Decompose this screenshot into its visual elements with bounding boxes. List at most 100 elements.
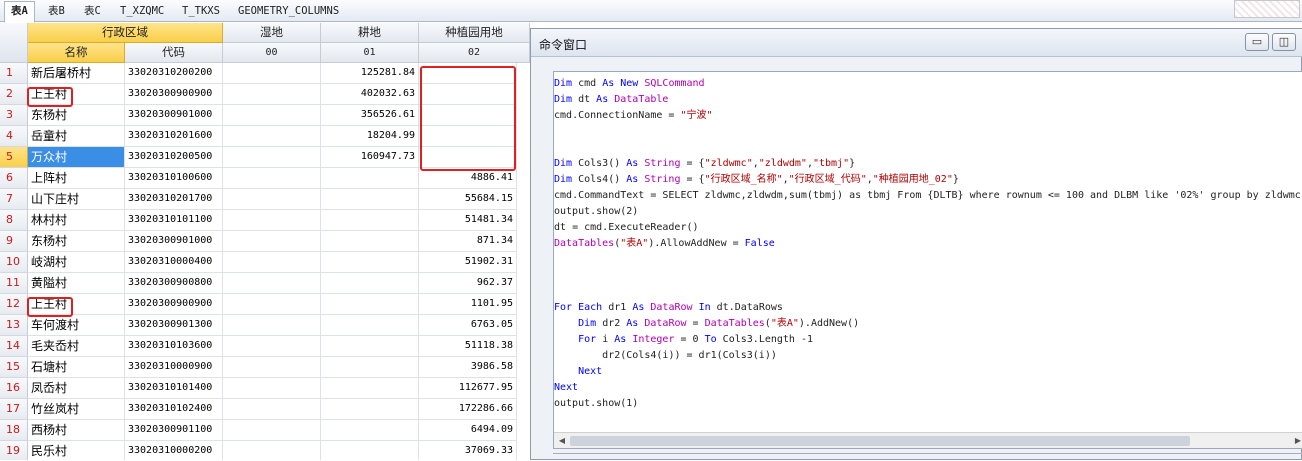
cell-garden[interactable]: 1101.95: [419, 294, 517, 315]
cell-name[interactable]: 山下庄村: [28, 189, 125, 210]
table-row[interactable]: 14 毛夹岙村 33020310103600 51118.38: [0, 336, 530, 357]
tab-geometry-columns[interactable]: GEOMETRY_COLUMNS: [232, 2, 345, 22]
cell-code[interactable]: 33020310102400: [125, 399, 223, 420]
cell-wetland[interactable]: [223, 399, 321, 420]
cell-arable[interactable]: [321, 315, 419, 336]
code-line[interactable]: Dim Cols4() As String = {"行政区域_名称","行政区域…: [554, 172, 959, 188]
row-number[interactable]: 8: [0, 210, 28, 231]
scrollbar-thumb[interactable]: [570, 436, 1190, 446]
cell-wetland[interactable]: [223, 63, 321, 84]
cell-arable[interactable]: [321, 378, 419, 399]
code-line[interactable]: cmd.CommandText = SELECT zldwmc,zldwdm,s…: [554, 188, 1302, 204]
cell-arable[interactable]: [321, 189, 419, 210]
column-subheader-garden-code[interactable]: 02: [419, 43, 530, 63]
cell-wetland[interactable]: [223, 315, 321, 336]
cell-code[interactable]: 33020310201600: [125, 126, 223, 147]
code-line[interactable]: output.show(1): [554, 396, 638, 412]
cell-name[interactable]: 石塘村: [28, 357, 125, 378]
cell-code[interactable]: 33020310000400: [125, 252, 223, 273]
cell-arable[interactable]: [321, 252, 419, 273]
row-number[interactable]: 5: [0, 147, 28, 168]
row-number[interactable]: 14: [0, 336, 28, 357]
code-line[interactable]: Next: [554, 380, 578, 396]
cell-code[interactable]: 33020300901000: [125, 231, 223, 252]
cell-name[interactable]: 岐湖村: [28, 252, 125, 273]
minimize-icon[interactable]: ▭: [1245, 33, 1269, 51]
cell-code[interactable]: 33020310000200: [125, 441, 223, 460]
cell-arable[interactable]: [321, 210, 419, 231]
row-number[interactable]: 13: [0, 315, 28, 336]
column-header-code[interactable]: 代码: [125, 43, 223, 63]
cell-arable[interactable]: [321, 420, 419, 441]
row-number[interactable]: 10: [0, 252, 28, 273]
cell-code[interactable]: 33020300900900: [125, 84, 223, 105]
cell-wetland[interactable]: [223, 210, 321, 231]
cell-code[interactable]: 33020300901300: [125, 315, 223, 336]
cell-name[interactable]: 东杨村: [28, 105, 125, 126]
tab-table-a[interactable]: 表A: [4, 1, 35, 23]
code-line[interactable]: Dim Cols3() As String = {"zldwmc","zldwd…: [554, 156, 855, 172]
data-grid[interactable]: 行政区域 名称 代码 湿地 00 耕地 01 种植园用地 02 1 新后屠桥村 33…: [0, 23, 530, 460]
cell-name[interactable]: 凤岙村: [28, 378, 125, 399]
cell-garden[interactable]: 112677.95: [419, 378, 517, 399]
horizontal-scrollbar[interactable]: ◀ ▶: [554, 432, 1302, 448]
cell-wetland[interactable]: [223, 252, 321, 273]
cell-name[interactable]: 西杨村: [28, 420, 125, 441]
cell-code[interactable]: 33020310200200: [125, 63, 223, 84]
column-header-garden[interactable]: 种植园用地: [419, 23, 530, 43]
cell-name[interactable]: 新后屠桥村: [28, 63, 125, 84]
cell-arable[interactable]: 18204.99: [321, 126, 419, 147]
cell-garden[interactable]: 4886.41: [419, 168, 517, 189]
table-row[interactable]: 12 上王村 33020300900900 1101.95: [0, 294, 530, 315]
scroll-left-icon[interactable]: ◀: [556, 435, 568, 447]
row-number[interactable]: 19: [0, 441, 28, 460]
column-subheader-arable-code[interactable]: 01: [321, 43, 419, 63]
code-line[interactable]: Dim dt As DataTable: [554, 92, 668, 108]
cell-wetland[interactable]: [223, 420, 321, 441]
column-header-arable[interactable]: 耕地: [321, 23, 419, 43]
row-number[interactable]: 2: [0, 84, 28, 105]
cell-garden[interactable]: 871.34: [419, 231, 517, 252]
code-line[interactable]: dr2(Cols4(i)) = dr1(Cols3(i)): [554, 348, 777, 364]
cell-wetland[interactable]: [223, 105, 321, 126]
cell-wetland[interactable]: [223, 357, 321, 378]
cell-name[interactable]: 竹丝岚村: [28, 399, 125, 420]
column-header-wetland[interactable]: 湿地: [223, 23, 321, 43]
cell-code[interactable]: 33020310101400: [125, 378, 223, 399]
grid-corner-header[interactable]: [0, 23, 28, 63]
cell-arable[interactable]: 160947.73: [321, 147, 419, 168]
cell-wetland[interactable]: [223, 294, 321, 315]
cell-wetland[interactable]: [223, 336, 321, 357]
row-number[interactable]: 3: [0, 105, 28, 126]
cell-wetland[interactable]: [223, 168, 321, 189]
cell-name[interactable]: 毛夹岙村: [28, 336, 125, 357]
cell-arable[interactable]: [321, 294, 419, 315]
cell-code[interactable]: 33020310100600: [125, 168, 223, 189]
table-row[interactable]: 10 岐湖村 33020310000400 51902.31: [0, 252, 530, 273]
table-row[interactable]: 9 东杨村 33020300901000 871.34: [0, 231, 530, 252]
cell-code[interactable]: 33020300901000: [125, 105, 223, 126]
cell-code[interactable]: 33020310200500: [125, 147, 223, 168]
code-line[interactable]: Dim dr2 As DataRow = DataTables("表A").Ad…: [554, 316, 859, 332]
cell-arable[interactable]: [321, 336, 419, 357]
cell-garden[interactable]: 37069.33: [419, 441, 517, 460]
row-number[interactable]: 7: [0, 189, 28, 210]
scroll-right-icon[interactable]: ▶: [1292, 435, 1302, 447]
table-row[interactable]: 11 黄隘村 33020300900800 962.37: [0, 273, 530, 294]
cell-arable[interactable]: [321, 168, 419, 189]
cell-garden[interactable]: 6763.05: [419, 315, 517, 336]
tab-t-xzqmc[interactable]: T_XZQMC: [114, 2, 170, 22]
cell-garden[interactable]: 55684.15: [419, 189, 517, 210]
row-number[interactable]: 12: [0, 294, 28, 315]
table-row[interactable]: 18 西杨村 33020300901100 6494.09: [0, 420, 530, 441]
column-subheader-wetland-code[interactable]: 00: [223, 43, 321, 63]
column-header-name[interactable]: 名称: [28, 43, 125, 63]
code-line[interactable]: output.show(2): [554, 204, 638, 220]
table-row[interactable]: 8 林村村 33020310101100 51481.34: [0, 210, 530, 231]
cell-garden[interactable]: 962.37: [419, 273, 517, 294]
cell-code[interactable]: 33020310103600: [125, 336, 223, 357]
cell-arable[interactable]: 356526.61: [321, 105, 419, 126]
cell-wetland[interactable]: [223, 84, 321, 105]
cell-arable[interactable]: 125281.84: [321, 63, 419, 84]
cell-code[interactable]: 33020300900800: [125, 273, 223, 294]
